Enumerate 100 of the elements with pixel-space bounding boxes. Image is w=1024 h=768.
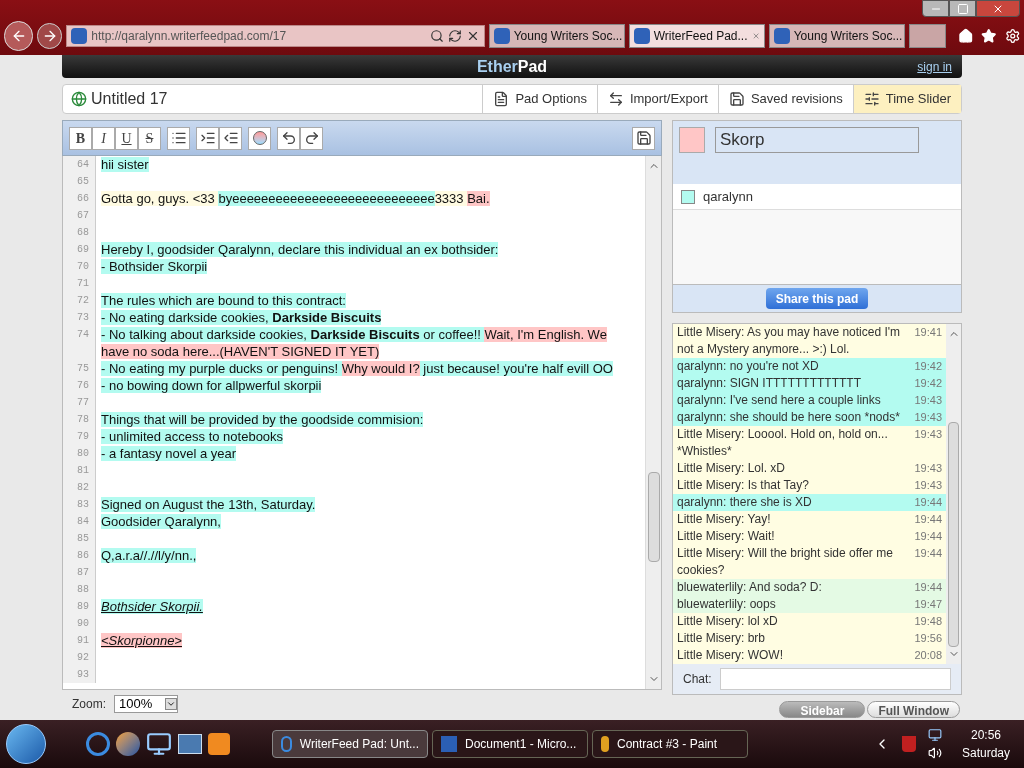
- pad-title: Untitled 17: [91, 89, 169, 109]
- address-bar[interactable]: http://qaralynn.writerfeedpad.com/17: [66, 25, 485, 47]
- message-time: 19:43: [914, 478, 942, 493]
- message-time: 19:44: [914, 529, 942, 544]
- message-text: bluewaterlily: oops: [677, 596, 777, 613]
- menu-button[interactable]: Pad Options: [482, 85, 597, 113]
- line-number: 83: [76, 498, 89, 512]
- browser-tab[interactable]: Young Writers Soc...: [488, 24, 625, 48]
- clock-day[interactable]: Saturday: [961, 744, 1010, 762]
- pad-text: <Skorpionne>: [101, 633, 182, 648]
- search-icon[interactable]: [429, 29, 444, 43]
- floppy-icon: [635, 130, 652, 146]
- clear-colors-button[interactable]: [248, 126, 271, 150]
- line-number: 90: [76, 617, 89, 631]
- message-text: Little Misery: As you may have noticed I'm not a Mystery anymore... >:) Lol.: [677, 324, 902, 358]
- view-button[interactable]: Full Window: [867, 701, 960, 718]
- home-icon[interactable]: [957, 28, 974, 44]
- pad-text: - Bothsider Skorpii: [101, 259, 208, 274]
- message-text: bluewaterlily: And soda? D:: [677, 579, 823, 596]
- share-button[interactable]: Share this pad: [765, 288, 869, 309]
- settings-icon[interactable]: [1004, 28, 1020, 44]
- dropdown-icon: [165, 698, 177, 710]
- line-number: 79: [76, 430, 89, 444]
- indent-button[interactable]: [196, 126, 219, 150]
- message-text: Little Misery: Lol. xD: [677, 460, 787, 477]
- pad-text: - No eating my purple ducks or penguins!: [101, 361, 342, 376]
- bullet-list-button[interactable]: [167, 126, 190, 150]
- line-number: 75: [76, 362, 89, 376]
- message-text: qaralynn: SIGN ITTTTTTTTTTTTT: [677, 375, 862, 392]
- clock-time[interactable]: 20:56: [970, 726, 1001, 744]
- taskbar-item[interactable]: Contract #3 - Paint: [592, 730, 748, 758]
- format-button[interactable]: U: [115, 126, 138, 150]
- save-button[interactable]: [632, 126, 655, 150]
- message-text: Little Misery: Yay!: [677, 511, 772, 528]
- message-text: Little Misery: WOW!: [677, 647, 784, 664]
- zoom-select[interactable]: 100%: [114, 695, 178, 713]
- volume-icon[interactable]: [927, 746, 942, 760]
- message-text: Little Misery: Is that Tay?: [677, 477, 810, 494]
- message-text: Little Misery: Wait!: [677, 528, 776, 545]
- outdent-button[interactable]: [219, 126, 242, 150]
- browser-tab[interactable]: Young Writers Soc...: [768, 24, 905, 48]
- message-text: Little Misery: lol xD: [677, 613, 779, 630]
- new-tab-button[interactable]: [908, 24, 946, 48]
- chat-input-field[interactable]: [719, 668, 951, 690]
- sign-in-link[interactable]: sign in: [917, 57, 952, 76]
- menu-button[interactable]: Import/Export: [596, 85, 718, 113]
- browser-tab[interactable]: WriterFeed Pad...: [628, 24, 765, 48]
- shield-icon[interactable]: [901, 736, 916, 752]
- format-button[interactable]: I: [92, 126, 115, 150]
- pad-text: Signed on August the 13th, Saturday.: [101, 497, 316, 512]
- start-button[interactable]: [6, 724, 46, 764]
- undo-button[interactable]: [277, 126, 300, 150]
- logo-text: Pad: [517, 56, 548, 77]
- pad-text: - a fantasy novel a year: [101, 446, 237, 461]
- message-text: qaralynn: there she is XD: [677, 494, 813, 511]
- scrollbar[interactable]: [645, 156, 661, 689]
- globe-icon: [71, 91, 87, 107]
- line-number: 80: [76, 447, 89, 461]
- desktop-icon[interactable]: [146, 731, 172, 757]
- message-time: 19:44: [914, 512, 942, 527]
- line-number: 67: [76, 209, 89, 223]
- line-number: 69: [76, 243, 89, 257]
- pad-text: hii sister: [101, 157, 149, 172]
- document-icon: [441, 736, 457, 752]
- arrows-icon: [607, 91, 624, 107]
- message-text: Little Misery: Will the bright side offer me cookies?: [677, 545, 894, 579]
- format-button[interactable]: S: [138, 126, 161, 150]
- line-number: 85: [76, 532, 89, 546]
- line-number: 93: [76, 668, 89, 682]
- redo-button[interactable]: [300, 126, 323, 150]
- site-icon: [71, 28, 88, 44]
- tab-title: Young Writers Soc...: [513, 28, 623, 45]
- scrollbar-thumb[interactable]: [948, 421, 959, 647]
- pad-text: byeeeeeeeeeeeeeeeeeeeeeeeeeeee: [218, 191, 435, 206]
- format-button[interactable]: B: [69, 126, 92, 150]
- refresh-icon[interactable]: [447, 29, 462, 43]
- user-color-swatch[interactable]: [679, 127, 705, 153]
- scrollbar[interactable]: [946, 324, 961, 664]
- pad-text: - No eating darkside cookies,: [101, 310, 273, 325]
- taskbar-item[interactable]: Document1 - Micro...: [432, 730, 588, 758]
- maximize-button[interactable]: [949, 0, 976, 17]
- pad-text: - unlimited access to notebooks: [101, 429, 284, 444]
- taskbar-item[interactable]: WriterFeed Pad: Unt...: [272, 730, 428, 758]
- menu-button[interactable]: Saved revisions: [717, 85, 853, 113]
- message-time: 19:44: [914, 580, 942, 595]
- pad-text: - no bowing down for allpwerful skorpii: [101, 378, 322, 393]
- user-name-field[interactable]: Skorp: [715, 127, 919, 153]
- menu-button[interactable]: Time Slider: [852, 85, 961, 113]
- line-number: 73: [76, 311, 89, 325]
- star-icon[interactable]: [981, 28, 997, 44]
- forward-button[interactable]: [37, 23, 63, 49]
- line-number: 68: [76, 226, 89, 240]
- line-number: 71: [76, 277, 89, 291]
- back-button[interactable]: [4, 21, 34, 51]
- message-text: qaralynn: I've send here a couple links: [677, 392, 882, 409]
- message-text: Little Misery: Looool. Hold on, hold on... *Whistles*: [677, 426, 889, 460]
- pad-text: Bothsider Skorpii.: [101, 599, 203, 614]
- message-text: qaralynn: she should be here soon *nods*: [677, 409, 901, 426]
- scrollbar-thumb[interactable]: [647, 472, 660, 562]
- minimize-button[interactable]: [922, 0, 949, 17]
